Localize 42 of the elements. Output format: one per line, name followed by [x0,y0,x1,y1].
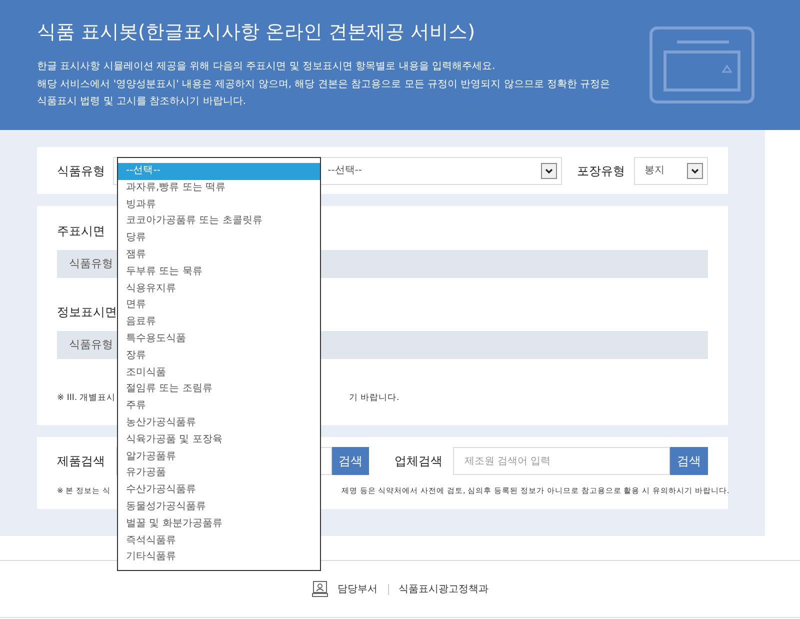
product-search-label: 제품검색 [57,453,106,470]
dropdown-option[interactable]: 농산가공식품류 [118,414,320,432]
dropdown-caret-icon[interactable] [686,162,703,178]
dropdown-option[interactable]: 유가공품 [118,465,320,482]
person-monitor-icon [312,580,328,598]
panel-note: 기 바랍니다. [348,392,400,405]
dropdown-option[interactable]: 두부류 또는 묵류 [118,264,320,281]
dropdown-option[interactable]: 기타식품류 [118,549,320,566]
dropdown-option[interactable]: 수산가공식품류 [118,482,320,499]
dropdown-option[interactable]: 면류 [118,297,320,314]
company-search-label: 업체검색 [394,453,444,470]
description-line: 해당 서비스에서 '영양성분표시' 내용은 제공하지 않으며, 해당 견본은 참고용으로 모든 규정이 반영되지 않으므로 정확한 규정은 [37,78,610,92]
packaging-type-label: 포장유형 [577,162,626,180]
dropdown-option[interactable]: 특수용도식품 [118,330,320,348]
label-display-icon [649,26,755,104]
dropdown-option[interactable]: 음료류 [118,314,320,331]
food-type-label: 식품유형 [57,162,106,180]
dropdown-option[interactable]: 빙과류 [118,196,320,214]
dropdown-caret-icon[interactable] [541,162,558,178]
product-search-button[interactable]: 검색 [332,447,370,475]
panel-label: 정보표시면 [57,304,117,320]
panel-label: 주표시면 [57,223,105,239]
dropdown-option[interactable]: 알가공품류 [118,448,320,466]
dropdown-option[interactable]: 코코아가공품류 또는 초콜릿류 [118,213,320,230]
packaging-select[interactable]: 봉지 [634,156,708,184]
footer-department-label: 담당부서 [338,582,378,596]
dropdown-option[interactable]: 즉석식품류 [118,532,320,550]
company-search-field[interactable]: 제조원 검색어 입력 [453,447,670,475]
dropdown-option[interactable]: 식육가공품 및 포장육 [118,432,320,449]
dropdown-option[interactable]: 동물성가공식품류 [118,498,320,516]
dropdown-option[interactable]: 당류 [118,230,320,247]
footer-department-name: 식품표시광고정책과 [398,582,488,596]
description-line: 식품표시 법령 및 고시를 참조하시기 바랍니다. [37,95,248,109]
dropdown-option[interactable]: 식용유지류 [118,280,320,298]
company-search-button[interactable]: 검색 [670,447,708,475]
description-line: 한글 표시사항 시뮬레이션 제공을 위해 다음의 주표시면 및 정보표시면 항목별로 내용을 입력해주세요. [37,60,496,74]
page-title: 식품 표시봇(한글표시사항 온라인 견본제공 서비스) [37,20,476,45]
dropdown-option[interactable]: 벌꿀 및 화분가공품류 [118,516,320,533]
dropdown-option[interactable]: 주류 [118,398,320,415]
panel-note: ※ III. 개별표시 [57,392,116,405]
dropdown-option[interactable]: 조미식품 [118,364,320,382]
dropdown-option[interactable]: 절임류 또는 조림류 [118,381,320,398]
